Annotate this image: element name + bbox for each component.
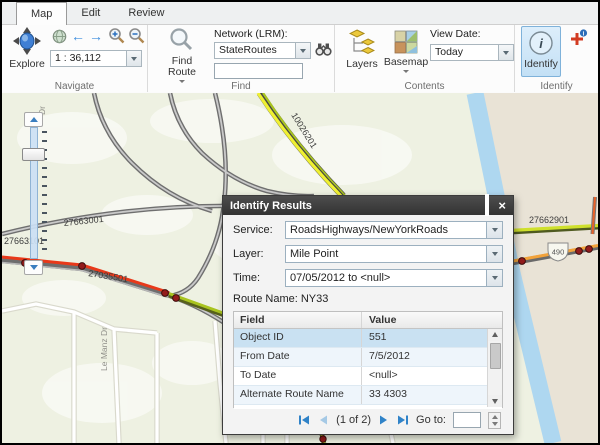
first-page-icon[interactable] — [298, 414, 310, 426]
svg-text:i: i — [539, 36, 543, 51]
group-contents: Layers Basemap — [335, 25, 515, 92]
route-label: 27663001 — [63, 214, 104, 228]
group-navigate: Explore ← → — [2, 25, 148, 92]
svg-text:490: 490 — [552, 248, 565, 257]
group-label-find: Find — [148, 81, 334, 92]
column-header-value[interactable]: Value — [362, 312, 487, 328]
route-label: 27662901 — [529, 215, 569, 225]
slider-track[interactable] — [30, 127, 38, 259]
chevron-down-icon[interactable] — [498, 45, 513, 60]
view-date-label: View Date: — [430, 28, 481, 40]
tab-bar: Map Edit Review — [2, 2, 598, 25]
layers-button[interactable]: Layers — [343, 29, 381, 70]
chevron-down-icon[interactable] — [486, 246, 502, 262]
identify-button[interactable]: i Identify — [521, 26, 561, 77]
chevron-down-icon — [403, 70, 409, 76]
column-header-field[interactable]: Field — [234, 312, 362, 328]
binoculars-icon[interactable] — [315, 42, 332, 62]
layer-label: Layer: — [233, 248, 285, 260]
maximize-icon[interactable] — [485, 197, 489, 215]
page-indicator: (1 of 2) — [336, 414, 371, 426]
goto-page-input[interactable] — [453, 412, 481, 428]
globe-icon[interactable] — [52, 29, 67, 49]
route-name-text: Route Name: NY33 — [233, 293, 503, 305]
group-label-contents: Contents — [335, 81, 514, 92]
table-row[interactable]: Alternate Route Name 33 4303 — [234, 386, 502, 405]
slider-thumb[interactable] — [22, 148, 45, 161]
table-header: Field Value — [234, 312, 502, 329]
group-find: Find Route Network (LRM): StateRoutes — [148, 25, 335, 92]
scrollbar-thumb[interactable] — [490, 343, 501, 369]
chevron-down-icon[interactable] — [486, 270, 502, 286]
identify-results-dialog: Identify Results × Service: RoadsHighway… — [222, 195, 514, 435]
basemap-button[interactable]: Basemap — [385, 30, 427, 76]
service-combobox[interactable]: RoadsHighways/NewYorkRoads — [285, 221, 503, 239]
dialog-titlebar[interactable]: Identify Results × — [223, 196, 513, 215]
last-page-icon[interactable] — [397, 414, 409, 426]
back-arrow-button[interactable]: ← — [71, 28, 85, 44]
time-label: Time: — [233, 272, 285, 284]
zoom-out-icon[interactable] — [128, 27, 146, 50]
dialog-title: Identify Results — [230, 200, 476, 212]
scroll-down-icon[interactable] — [488, 395, 502, 407]
group-identify: i Identify i Identify — [515, 25, 598, 92]
service-label: Service: — [233, 224, 285, 236]
chevron-down-icon[interactable] — [126, 51, 141, 66]
scale-combobox[interactable]: 1 : 36,112 — [50, 50, 142, 67]
network-lrm-label: Network (LRM): — [214, 28, 288, 40]
layer-combobox[interactable]: Mile Point — [285, 245, 503, 263]
layers-icon — [349, 29, 375, 59]
route-label: 27035501 — [88, 268, 129, 284]
tab-review[interactable]: Review — [114, 3, 178, 24]
group-label-navigate: Navigate — [2, 81, 147, 92]
attributes-table: Field Value Object ID 551 From Date 7/5/… — [233, 311, 503, 408]
zoom-in-icon[interactable] — [108, 27, 126, 50]
slider-down-button[interactable] — [24, 260, 43, 275]
goto-label: Go to: — [416, 414, 446, 426]
table-row-partial — [234, 405, 502, 409]
table-scrollbar[interactable] — [487, 329, 502, 407]
pagination-bar: (1 of 2) Go to: — [233, 408, 503, 432]
route-input[interactable] — [214, 63, 303, 79]
explore-icon — [12, 26, 42, 59]
chevron-down-icon[interactable] — [486, 222, 502, 238]
app-window: Map Edit Review — [0, 0, 600, 445]
group-label-identify: Identify — [515, 81, 598, 92]
identify-icon: i — [528, 30, 554, 59]
previous-page-icon[interactable] — [317, 414, 329, 426]
table-row[interactable]: From Date 7/5/2012 — [234, 348, 502, 367]
network-combobox[interactable]: StateRoutes — [214, 42, 311, 59]
street-label: Le Manz Dr — [99, 327, 109, 371]
scroll-up-icon[interactable] — [488, 329, 502, 341]
tab-edit[interactable]: Edit — [67, 3, 114, 24]
ribbon: Map Edit Review — [2, 2, 598, 93]
table-row[interactable]: Object ID 551 — [234, 329, 502, 348]
next-page-icon[interactable] — [378, 414, 390, 426]
find-route-button[interactable]: Find Route — [160, 27, 204, 86]
magnifier-icon — [169, 27, 195, 56]
slider-up-button[interactable] — [24, 112, 43, 127]
close-icon[interactable]: × — [498, 199, 506, 212]
table-row[interactable]: To Date <null> — [234, 367, 502, 386]
basemap-icon — [394, 30, 418, 57]
goto-spinner[interactable] — [488, 412, 501, 429]
forward-arrow-button[interactable]: → — [89, 28, 103, 44]
route-shield-490: 490 — [548, 243, 568, 261]
view-date-combobox[interactable]: Today — [430, 44, 514, 61]
map-zoom-slider[interactable] — [22, 112, 48, 278]
explore-button[interactable]: Explore — [5, 26, 49, 70]
time-combobox[interactable]: 07/05/2012 to <null> — [285, 269, 503, 287]
chevron-down-icon[interactable] — [295, 43, 310, 58]
add-info-icon[interactable]: i — [568, 29, 588, 52]
tab-map[interactable]: Map — [16, 2, 67, 25]
